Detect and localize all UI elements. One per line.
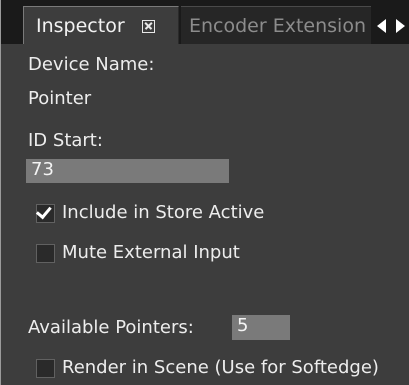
tab-scroll-left-button[interactable] [373,6,391,44]
checkmark-icon [35,202,52,220]
tab-scroll-right-button[interactable] [391,6,409,44]
tab-encoder-extension-label: Encoder Extension [189,15,366,37]
device-name-label: Device Name: [28,54,155,75]
render-in-scene-checkbox[interactable] [36,359,55,378]
render-in-scene-label: Render in Scene (Use for Softedge) [62,357,379,378]
id-start-input[interactable]: 73 [26,159,229,183]
id-start-label: ID Start: [28,130,103,151]
triangle-left-icon [377,19,386,33]
close-box-icon[interactable] [142,20,155,33]
available-pointers-label: Available Pointers: [28,317,194,338]
tab-strip: Inspector Encoder Extension [1,0,409,44]
inspector-panel: Inspector Encoder Extension Device Name:… [0,0,409,385]
available-pointers-input[interactable]: 5 [232,315,290,340]
mute-external-input-label: Mute External Input [62,242,240,263]
include-store-active-checkbox[interactable] [35,202,55,223]
triangle-right-icon [396,19,405,33]
device-name-value: Pointer [28,88,92,109]
include-store-active-label: Include in Store Active [62,202,265,223]
tab-encoder-extension[interactable]: Encoder Extension [181,6,371,44]
mute-external-input-checkbox[interactable] [36,244,55,263]
tab-inspector[interactable]: Inspector [23,6,179,44]
tab-inspector-label: Inspector [36,15,125,37]
